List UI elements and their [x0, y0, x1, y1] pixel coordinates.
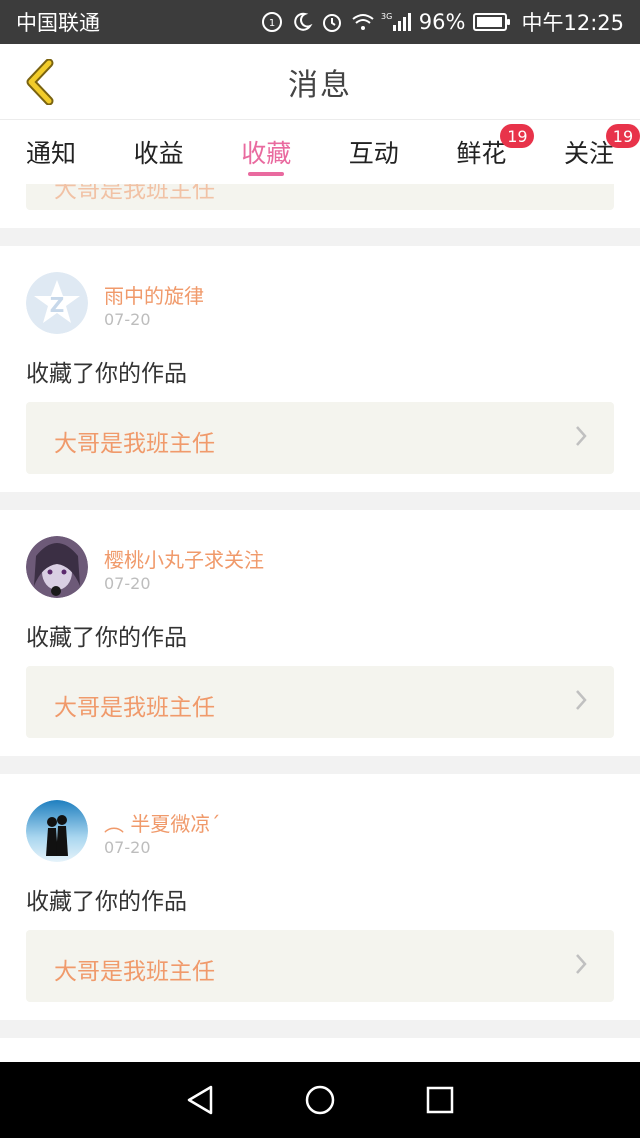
unread-badge: 19 [500, 124, 535, 148]
message-date: 07-20 [104, 838, 151, 857]
tab-label: 通知 [26, 139, 77, 168]
svg-text:1: 1 [269, 18, 275, 29]
username[interactable]: 雨中的旋律 [104, 280, 204, 309]
message-text: 收藏了你的作品 [26, 361, 187, 387]
chevron-right-icon [574, 688, 588, 716]
tab-flowers[interactable]: 鲜花 19 [456, 120, 535, 184]
signal-icon: 3G [381, 11, 411, 33]
square-recents-icon [426, 1086, 454, 1114]
work-title: 大哥是我班主任 [54, 959, 215, 985]
system-nav-bar [0, 1062, 640, 1138]
work-link[interactable]: 大哥是我班主任 [26, 930, 614, 1002]
message-list[interactable]: 大哥是我班主任 Z 雨中的旋律 07-20 收藏了你的作品 大哥是我班主任 樱桃… [0, 184, 640, 1062]
list-item: Z 雨中的旋律 07-20 收藏了你的作品 大哥是我班主任 [0, 246, 640, 492]
nav-home-button[interactable] [300, 1080, 340, 1120]
status-icons: 1 3G 96% 中午12:25 [261, 7, 624, 37]
avatar[interactable] [26, 536, 88, 598]
work-link[interactable]: 大哥是我班主任 [26, 184, 614, 210]
list-item: 樱桃小丸子求关注 07-20 收藏了你的作品 大哥是我班主任 [0, 510, 640, 756]
status-bar: 中国联通 1 3G 96% 中午12:25 [0, 0, 640, 44]
header: 消息 [0, 44, 640, 120]
username[interactable]: ︵ 半夏微凉ˊ [104, 808, 220, 837]
carrier-name: 中国联通 [16, 11, 100, 35]
back-arrow-icon [26, 59, 54, 105]
tab-label: 收益 [133, 139, 184, 168]
battery-icon [473, 13, 511, 31]
battery-percent: 96% [418, 10, 466, 34]
work-link[interactable]: 大哥是我班主任 [26, 402, 614, 474]
list-item-partial [0, 1038, 640, 1062]
work-link[interactable]: 大哥是我班主任 [26, 666, 614, 738]
tab-interaction[interactable]: 互动 [349, 120, 399, 184]
chevron-right-icon [574, 952, 588, 980]
nav-back-button[interactable] [180, 1080, 220, 1120]
message-date: 07-20 [104, 310, 151, 329]
tab-following[interactable]: 关注 19 [564, 120, 640, 184]
tab-bar: 通知 收益 收藏 互动 鲜花 19 关注 19 [0, 120, 640, 184]
message-date: 07-20 [104, 574, 151, 593]
tab-earnings[interactable]: 收益 [134, 120, 184, 184]
nav-recents-button[interactable] [420, 1080, 460, 1120]
list-item-partial: 大哥是我班主任 [0, 184, 640, 228]
message-text: 收藏了你的作品 [26, 889, 187, 915]
moon-icon [291, 11, 313, 33]
tab-label: 鲜花 [456, 139, 507, 168]
chevron-right-icon [574, 424, 588, 452]
message-text: 收藏了你的作品 [26, 625, 187, 651]
tab-favorites[interactable]: 收藏 [241, 120, 291, 184]
tab-notice[interactable]: 通知 [26, 120, 76, 184]
avatar[interactable] [26, 800, 88, 862]
tab-label: 收藏 [241, 139, 292, 168]
work-title: 大哥是我班主任 [54, 431, 215, 457]
page-title: 消息 [288, 67, 352, 103]
wifi-icon [351, 11, 374, 33]
avatar[interactable]: Z [26, 272, 88, 334]
username[interactable]: 樱桃小丸子求关注 [104, 544, 264, 573]
list-item: ︵ 半夏微凉ˊ 07-20 收藏了你的作品 大哥是我班主任 [0, 774, 640, 1020]
work-title: 大哥是我班主任 [54, 184, 215, 203]
circle-home-icon [305, 1085, 335, 1115]
alarm-icon [321, 11, 343, 33]
svg-text:3G: 3G [381, 12, 392, 21]
sim-icon: 1 [261, 11, 283, 33]
back-button[interactable] [16, 58, 64, 106]
svg-text:Z: Z [50, 293, 65, 317]
tab-label: 互动 [348, 139, 399, 168]
triangle-back-icon [187, 1085, 213, 1115]
unread-badge: 19 [605, 124, 640, 148]
clock: 中午12:25 [521, 11, 624, 35]
work-title: 大哥是我班主任 [54, 695, 215, 721]
